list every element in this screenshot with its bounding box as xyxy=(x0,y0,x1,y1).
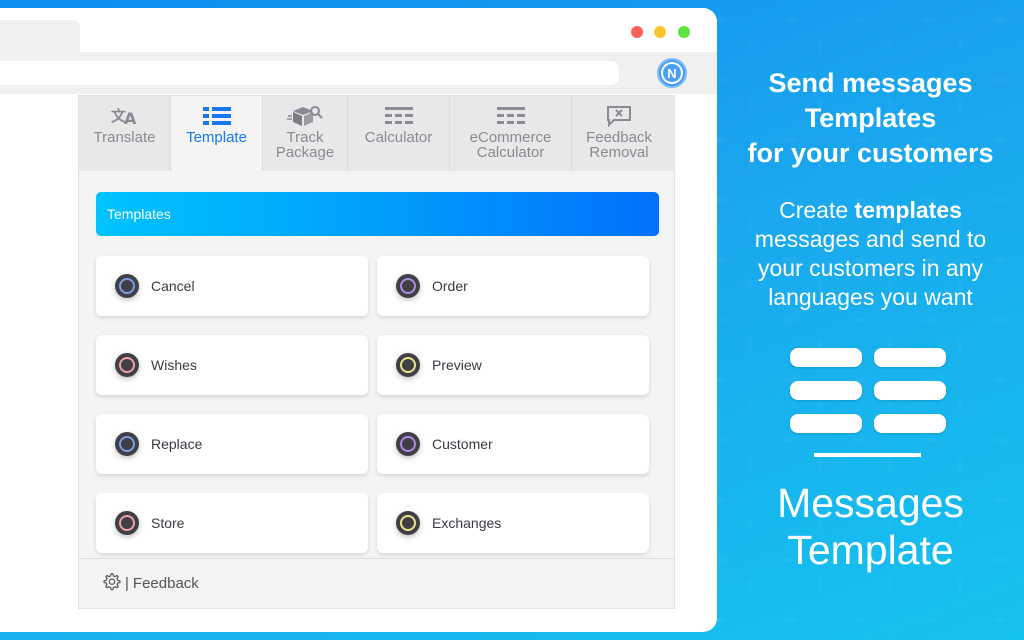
feedback-link[interactable]: Feedback xyxy=(133,575,199,592)
divider xyxy=(814,453,921,457)
template-grid: Cancel Order Wishes Preview Replace Cust… xyxy=(96,256,651,553)
promo-title: Send messages Templates for your custome… xyxy=(717,66,1024,171)
template-item-cancel[interactable]: Cancel xyxy=(96,256,368,316)
radio-icon xyxy=(396,274,420,298)
template-item-preview[interactable]: Preview xyxy=(377,335,649,395)
promo-panel: Send messages Templates for your custome… xyxy=(717,0,1024,640)
section-header: Templates xyxy=(96,192,659,236)
tab-label: Calculator xyxy=(364,129,433,146)
template-item-customer[interactable]: Customer xyxy=(377,414,649,474)
radio-icon xyxy=(115,511,139,535)
template-label: Store xyxy=(151,515,185,531)
tab-nav: 文A Translate Template Track Package Calc… xyxy=(79,96,674,171)
minimize-window-button[interactable] xyxy=(654,26,666,38)
product-name-line: Template xyxy=(787,527,954,573)
tab-translate[interactable]: 文A Translate xyxy=(79,96,171,171)
tab-ecommerce-calculator[interactable]: eCommerce Calculator xyxy=(450,96,572,171)
radio-icon xyxy=(396,432,420,456)
close-window-button[interactable] xyxy=(631,26,643,38)
message-x-icon xyxy=(606,105,632,127)
radio-icon xyxy=(396,353,420,377)
package-search-icon xyxy=(287,105,323,127)
translate-icon: 文A xyxy=(110,105,140,127)
template-label: Exchanges xyxy=(432,515,502,531)
product-name: Messages Template xyxy=(717,480,1024,574)
tab-label: Translate xyxy=(93,129,156,146)
tab-label: Feedback Removal xyxy=(586,129,652,161)
tab-calculator[interactable]: Calculator xyxy=(348,96,450,171)
template-label: Cancel xyxy=(151,278,195,294)
n-logo-icon: N xyxy=(661,62,683,84)
template-item-replace[interactable]: Replace xyxy=(96,414,368,474)
calculator-icon xyxy=(496,105,526,127)
tab-label: eCommerce Calculator xyxy=(469,129,552,161)
template-item-exchanges[interactable]: Exchanges xyxy=(377,493,649,553)
template-item-order[interactable]: Order xyxy=(377,256,649,316)
footer-separator: | xyxy=(125,575,129,592)
template-item-wishes[interactable]: Wishes xyxy=(96,335,368,395)
template-list-icon xyxy=(790,348,948,436)
radio-icon xyxy=(115,432,139,456)
calculator-icon xyxy=(384,105,414,127)
promo-desc-line: languages you want xyxy=(768,284,973,310)
template-item-store[interactable]: Store xyxy=(96,493,368,553)
promo-desc-line: your customers in any xyxy=(758,255,983,281)
template-label: Preview xyxy=(432,357,482,373)
address-bar[interactable] xyxy=(0,61,619,85)
promo-description: Create templates messages and send to yo… xyxy=(717,196,1024,312)
tab-feedback-removal[interactable]: Feedback Removal xyxy=(572,96,666,171)
template-label: Wishes xyxy=(151,357,197,373)
promo-title-line: for your customers xyxy=(747,138,994,168)
promo-desc-bold: templates xyxy=(854,197,962,223)
tab-label: Template xyxy=(186,129,247,146)
product-name-line: Messages xyxy=(777,480,964,526)
promo-title-line: Send messages xyxy=(768,68,973,98)
svg-text:A: A xyxy=(124,109,137,126)
browser-window: N 文A Translate Template Track Package Ca… xyxy=(0,8,717,632)
extension-popup: 文A Translate Template Track Package Calc… xyxy=(78,95,675,609)
browser-toolbar: N xyxy=(0,52,717,94)
list-icon xyxy=(202,105,232,127)
radio-icon xyxy=(396,511,420,535)
maximize-window-button[interactable] xyxy=(678,26,690,38)
tab-template[interactable]: Template xyxy=(171,96,263,171)
extension-button[interactable]: N xyxy=(657,58,687,88)
promo-desc-line: messages and send to xyxy=(754,226,987,252)
gear-icon[interactable] xyxy=(102,572,122,596)
radio-icon xyxy=(115,274,139,298)
tab-label: Track Package xyxy=(275,129,335,161)
promo-desc-text: Create xyxy=(779,197,855,223)
template-label: Replace xyxy=(151,436,203,452)
template-label: Order xyxy=(432,278,468,294)
promo-title-line: Templates xyxy=(804,103,937,133)
radio-icon xyxy=(115,353,139,377)
popup-footer: | Feedback xyxy=(79,558,674,608)
template-label: Customer xyxy=(432,436,493,452)
tab-track-package[interactable]: Track Package xyxy=(263,96,348,171)
